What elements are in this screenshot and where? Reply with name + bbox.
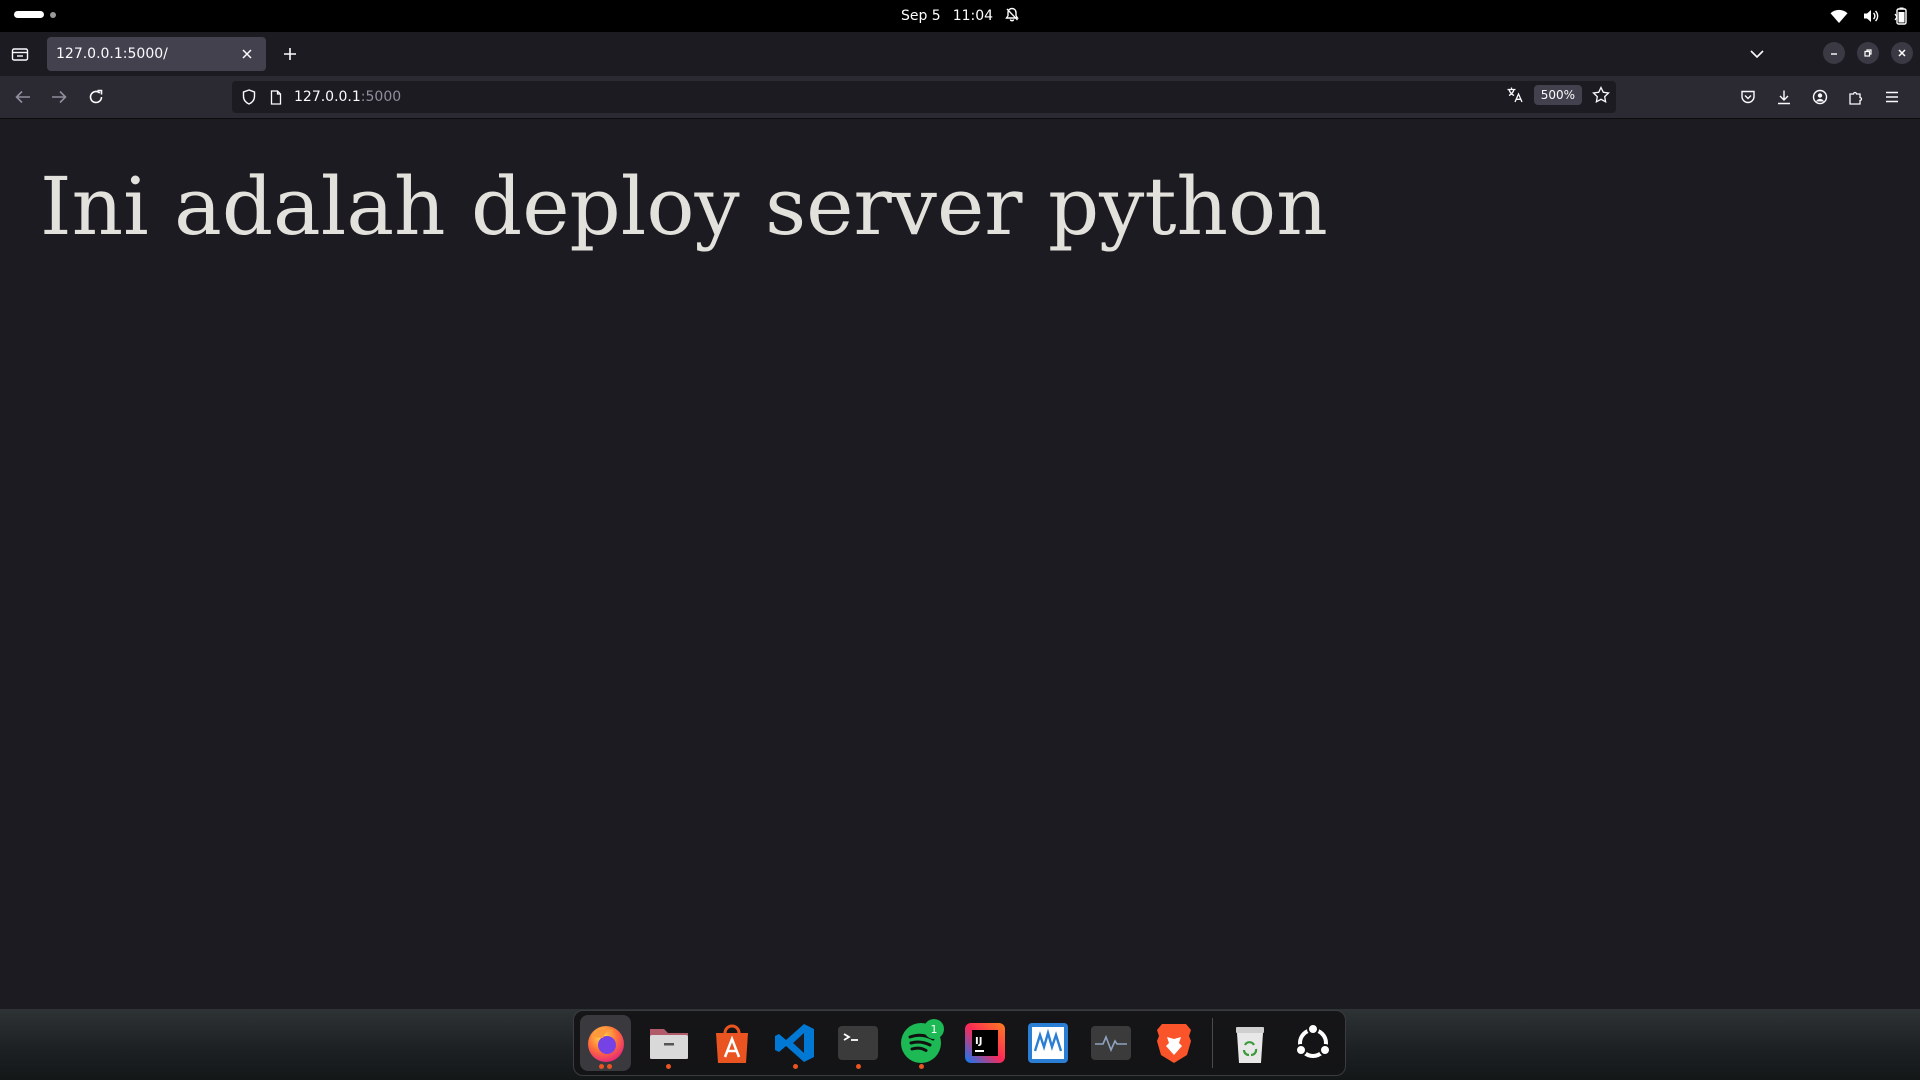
- running-indicator: [607, 1064, 612, 1069]
- tracking-protection-button[interactable]: [238, 86, 260, 108]
- notification-bell-icon: [1005, 7, 1019, 26]
- puzzle-icon: [1849, 91, 1863, 105]
- navigation-toolbar: 127.0.0.1:5000 500%: [0, 76, 1920, 119]
- reload-button[interactable]: [84, 85, 108, 109]
- pocket-button[interactable]: [1736, 85, 1760, 109]
- terminal-icon: [838, 1026, 879, 1060]
- app-center-icon: [715, 1024, 748, 1063]
- url-bar-actions: 500%: [1506, 85, 1610, 105]
- system-tray[interactable]: [1830, 7, 1908, 25]
- svg-text:IJ: IJ: [975, 1036, 982, 1047]
- hamburger-menu-icon: [1886, 91, 1898, 103]
- translate-icon: [1507, 87, 1523, 103]
- running-indicator: [599, 1064, 604, 1069]
- dock-item-terminal[interactable]: [833, 1015, 884, 1071]
- tab-list-icon: [11, 48, 29, 61]
- dock-item-show-apps[interactable]: [1288, 1015, 1339, 1071]
- zoom-reset-button[interactable]: 500%: [1533, 85, 1582, 105]
- dock-item-app-center[interactable]: [706, 1015, 757, 1071]
- activities-indicator[interactable]: [14, 11, 56, 18]
- running-indicator: [855, 1064, 861, 1069]
- volume-icon: [1862, 8, 1880, 24]
- shield-icon: [242, 89, 256, 105]
- forward-button[interactable]: [47, 85, 71, 109]
- clock-date: Sep 5: [900, 8, 941, 24]
- mysql-workbench-icon: [1027, 1023, 1068, 1063]
- web-page-content: Ini adalah deploy server python: [0, 119, 1920, 1009]
- workspace-active-pill: [14, 11, 44, 18]
- translate-button[interactable]: [1506, 86, 1524, 104]
- dock-item-spotify[interactable]: 1: [896, 1015, 947, 1071]
- show-apps-icon: [1295, 1023, 1332, 1058]
- page-icon: [270, 89, 282, 105]
- battery-icon: [1894, 7, 1908, 25]
- app-menu-button[interactable]: [1880, 85, 1904, 109]
- downloads-button[interactable]: [1772, 85, 1796, 109]
- files-icon: [649, 1029, 688, 1059]
- arrow-right-icon: [52, 90, 67, 104]
- firefox-view-button[interactable]: [8, 42, 32, 66]
- dock-item-intellij[interactable]: IJ: [959, 1015, 1010, 1071]
- brave-icon: [1157, 1024, 1192, 1063]
- url-text[interactable]: 127.0.0.1:5000: [294, 89, 401, 105]
- system-monitor-icon: [1090, 1026, 1131, 1060]
- clock[interactable]: Sep 5 11:04: [901, 7, 1019, 26]
- reload-icon: [89, 89, 103, 104]
- window-close-button[interactable]: [1891, 42, 1913, 64]
- window-minimize-button[interactable]: [1823, 42, 1845, 64]
- browser-tab-strip: 127.0.0.1:5000/: [0, 32, 1920, 76]
- bookmark-button[interactable]: [1592, 86, 1610, 104]
- firefox-icon: [587, 1026, 624, 1062]
- workspace-dot: [50, 11, 56, 18]
- close-icon: [1898, 49, 1906, 57]
- system-top-bar: Sep 5 11:04: [0, 0, 1920, 32]
- new-tab-button[interactable]: [278, 42, 302, 66]
- pocket-icon: [1741, 90, 1755, 104]
- site-info-button[interactable]: [266, 87, 286, 107]
- wifi-icon: [1830, 8, 1848, 24]
- dock-item-system-monitor[interactable]: [1085, 1015, 1136, 1071]
- dock-separator: [1211, 1018, 1213, 1068]
- running-indicator: [666, 1064, 672, 1069]
- extensions-button[interactable]: [1844, 85, 1868, 109]
- list-all-tabs-button[interactable]: [1745, 42, 1769, 66]
- dock-item-mysql-workbench[interactable]: [1022, 1015, 1073, 1071]
- url-port: :5000: [360, 89, 402, 105]
- trash-icon: [1236, 1027, 1265, 1063]
- clock-time: 11:04: [952, 8, 994, 24]
- dock-item-trash[interactable]: [1225, 1015, 1276, 1071]
- chevron-down-icon: [1750, 50, 1764, 59]
- vscode-icon: [775, 1024, 815, 1062]
- url-bar[interactable]: 127.0.0.1:5000 500%: [232, 81, 1616, 113]
- dock: 1 IJ: [573, 1010, 1346, 1076]
- restore-icon: [1864, 49, 1872, 57]
- notification-badge: 1: [924, 1019, 945, 1039]
- account-icon: [1812, 89, 1828, 105]
- browser-tab-active[interactable]: 127.0.0.1:5000/: [47, 37, 266, 71]
- dock-item-firefox[interactable]: [580, 1015, 632, 1071]
- minimize-icon: [1831, 53, 1837, 55]
- account-button[interactable]: [1808, 85, 1832, 109]
- url-host: 127.0.0.1: [294, 89, 361, 105]
- back-button[interactable]: [11, 85, 35, 109]
- tab-close-button[interactable]: [238, 45, 256, 63]
- dock-item-brave[interactable]: [1149, 1015, 1200, 1071]
- dock-item-vscode[interactable]: [770, 1015, 821, 1071]
- arrow-left-icon: [15, 90, 30, 104]
- page-heading: Ini adalah deploy server python: [40, 160, 1328, 253]
- toolbar-actions: [1736, 85, 1904, 109]
- window-restore-button[interactable]: [1857, 42, 1879, 64]
- plus-icon: [284, 48, 296, 60]
- download-icon: [1778, 90, 1790, 105]
- running-indicator: [918, 1064, 924, 1069]
- close-icon: [242, 49, 252, 59]
- tab-title: 127.0.0.1:5000/: [56, 46, 168, 62]
- running-indicator: [792, 1064, 798, 1069]
- star-icon: [1592, 86, 1610, 104]
- dock-item-files[interactable]: [643, 1015, 694, 1071]
- intellij-icon: IJ: [964, 1023, 1005, 1063]
